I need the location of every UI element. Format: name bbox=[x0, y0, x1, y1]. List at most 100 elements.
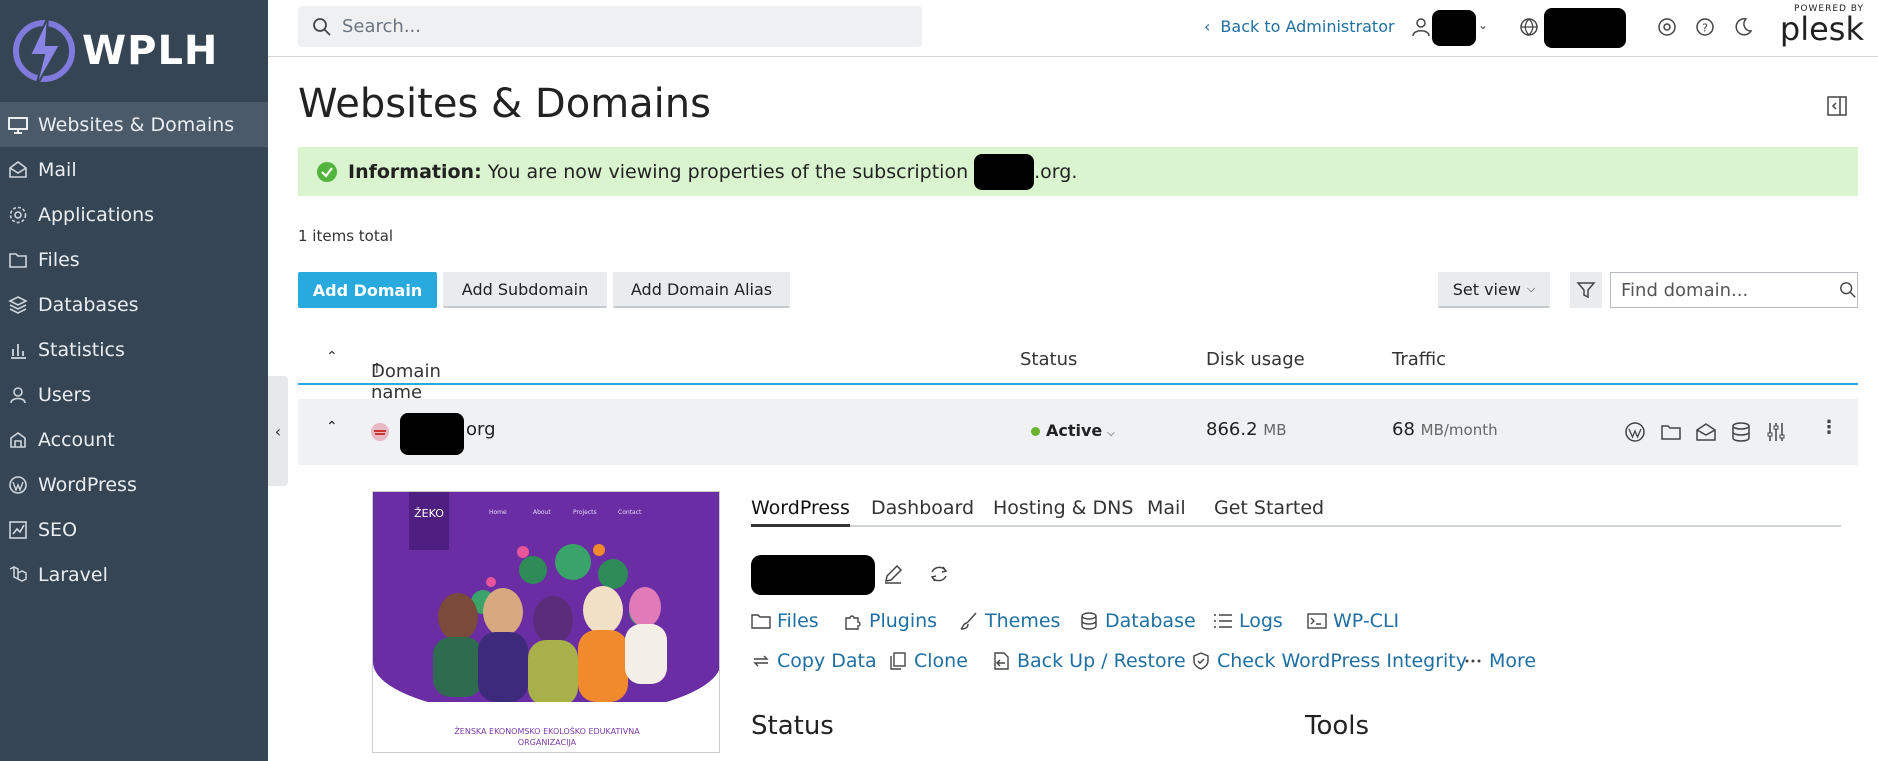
sidebar-item-applications[interactable]: Applications bbox=[0, 192, 268, 237]
sidebar-item-wordpress[interactable]: WordPress bbox=[0, 462, 268, 507]
sidebar-item-seo[interactable]: SEO bbox=[0, 507, 268, 552]
add-domain-alias-button[interactable]: Add Domain Alias bbox=[613, 272, 790, 308]
seo-icon bbox=[9, 520, 27, 539]
column-status[interactable]: Status bbox=[1020, 349, 1077, 370]
add-subdomain-button[interactable]: Add Subdomain bbox=[443, 272, 607, 308]
column-disk-usage[interactable]: Disk usage bbox=[1206, 349, 1305, 370]
edit-pencil-icon[interactable] bbox=[882, 563, 904, 585]
sidebar-item-users[interactable]: Users bbox=[0, 372, 268, 417]
wordpress-icon[interactable] bbox=[1624, 421, 1646, 443]
back-to-admin-link[interactable]: ‹ Back to Administrator bbox=[1204, 17, 1395, 36]
chevron-left-icon: ‹ bbox=[1204, 17, 1211, 36]
more-link[interactable]: More bbox=[1463, 650, 1536, 672]
items-total: 1 items total bbox=[298, 227, 394, 245]
sidebar-item-label: Websites & Domains bbox=[38, 113, 235, 136]
database-icon[interactable] bbox=[1730, 421, 1752, 443]
preview-nav-item: Contact bbox=[618, 509, 642, 516]
user-icon bbox=[10, 386, 26, 403]
traffic-value: 68 MB/month bbox=[1392, 419, 1498, 440]
sidebar-item-laravel[interactable]: Laravel bbox=[0, 552, 268, 597]
collapse-all-icon[interactable]: ⌃ bbox=[326, 349, 338, 365]
sidebar-item-label: WordPress bbox=[38, 473, 137, 496]
dark-mode-icon[interactable] bbox=[1732, 16, 1754, 38]
settings-sliders-icon[interactable] bbox=[1765, 421, 1787, 443]
wp-cli-link[interactable]: WP-CLI bbox=[1307, 610, 1399, 632]
tab-get-started[interactable]: Get Started bbox=[1214, 497, 1324, 527]
refresh-icon[interactable] bbox=[928, 563, 950, 585]
tab-hosting-dns[interactable]: Hosting & DNS bbox=[993, 497, 1133, 527]
preview-footer-line2: ORGANIZACIJA bbox=[518, 738, 577, 747]
copy-icon bbox=[890, 652, 906, 670]
tab-wordpress[interactable]: WordPress bbox=[751, 497, 850, 527]
more-options-icon[interactable]: ⋮ bbox=[1820, 417, 1838, 438]
brand-logo[interactable]: WPLH bbox=[0, 0, 268, 102]
folder-icon bbox=[9, 252, 27, 268]
tab-dashboard[interactable]: Dashboard bbox=[871, 497, 974, 527]
plesk-logo[interactable]: POWERED BY plesk bbox=[1780, 4, 1864, 48]
link-label: Database bbox=[1105, 610, 1196, 632]
page-title: Websites & Domains bbox=[298, 81, 711, 127]
backup-restore-link[interactable]: Back Up / Restore bbox=[991, 650, 1186, 672]
filter-button[interactable] bbox=[1570, 272, 1602, 308]
files-link[interactable]: Files bbox=[751, 610, 819, 632]
status-heading: Status bbox=[751, 711, 834, 741]
search-input[interactable] bbox=[342, 16, 902, 37]
themes-link[interactable]: Themes bbox=[959, 610, 1060, 632]
info-text: You are now viewing properties of the su… bbox=[487, 160, 969, 183]
list-icon bbox=[1214, 614, 1232, 628]
help-icon[interactable]: ? bbox=[1694, 16, 1716, 38]
plugins-link[interactable]: Plugins bbox=[843, 610, 937, 632]
search-icon[interactable] bbox=[1839, 280, 1857, 300]
sidebar-item-mail[interactable]: Mail bbox=[0, 147, 268, 192]
sidebar-item-files[interactable]: Files bbox=[0, 237, 268, 282]
bar-chart-icon bbox=[11, 343, 26, 359]
sidebar-item-label: Mail bbox=[38, 158, 77, 181]
collapse-row-icon[interactable]: ⌃ bbox=[326, 419, 338, 435]
traffic-number: 68 bbox=[1392, 419, 1415, 440]
globe-icon[interactable] bbox=[1518, 16, 1540, 38]
extensions-icon[interactable] bbox=[1656, 16, 1678, 38]
status-dropdown[interactable]: Active ⌵ bbox=[1031, 421, 1115, 440]
disk-value: 866.2 bbox=[1206, 419, 1258, 440]
check-integrity-link[interactable]: Check WordPress Integrity bbox=[1191, 650, 1467, 672]
link-label: Plugins bbox=[869, 610, 938, 632]
set-view-button[interactable]: Set view ⌵ bbox=[1438, 272, 1550, 308]
wordpress-icon bbox=[9, 475, 27, 494]
copy-data-link[interactable]: Copy Data bbox=[751, 650, 877, 672]
redacted-username bbox=[1432, 10, 1476, 46]
sidebar-item-label: Files bbox=[38, 248, 80, 271]
domain-tabs: WordPress Dashboard Hosting & DNS Mail G… bbox=[751, 497, 1841, 527]
find-domain-input[interactable] bbox=[1621, 279, 1821, 301]
shield-icon bbox=[1193, 652, 1209, 670]
database-link[interactable]: Database bbox=[1079, 610, 1196, 632]
sidebar-item-websites-domains[interactable]: Websites & Domains bbox=[0, 102, 268, 147]
laravel-icon bbox=[9, 565, 27, 582]
link-label: Logs bbox=[1239, 610, 1283, 632]
search-icon bbox=[313, 17, 331, 36]
top-bar: ‹ Back to Administrator ⌄ ? POWERED BY pl… bbox=[268, 0, 1878, 57]
user-menu-icon[interactable] bbox=[1410, 16, 1432, 38]
logs-link[interactable]: Logs bbox=[1213, 610, 1283, 632]
column-traffic[interactable]: Traffic bbox=[1392, 349, 1446, 370]
domain-name-suffix[interactable]: org bbox=[466, 419, 496, 440]
clone-link[interactable]: Clone bbox=[888, 650, 968, 672]
add-domain-button[interactable]: Add Domain bbox=[298, 272, 437, 308]
monitor-icon bbox=[8, 116, 28, 134]
sidebar-item-databases[interactable]: Databases bbox=[0, 282, 268, 327]
chevron-down-icon: ⌵ bbox=[1526, 282, 1536, 295]
sidebar-item-account[interactable]: Account bbox=[0, 417, 268, 462]
mail-icon[interactable] bbox=[1695, 421, 1717, 443]
tab-mail[interactable]: Mail bbox=[1147, 497, 1186, 527]
site-preview[interactable]: ŽENSKA EKONOMSKO EKOLOŠKO EDUKATIVNA ORG… bbox=[372, 491, 720, 753]
sidebar-item-label: Users bbox=[38, 383, 92, 406]
wplh-logo-icon bbox=[13, 16, 75, 88]
sidebar-collapse-button[interactable]: ‹ bbox=[268, 376, 288, 486]
side-panel-toggle-icon[interactable] bbox=[1826, 95, 1848, 117]
sidebar-item-statistics[interactable]: Statistics bbox=[0, 327, 268, 372]
check-circle-icon bbox=[317, 161, 337, 182]
layers-icon bbox=[8, 295, 28, 314]
folder-icon[interactable] bbox=[1660, 421, 1682, 443]
brush-icon bbox=[960, 612, 977, 630]
info-label: Information: bbox=[348, 160, 482, 183]
chevron-down-icon[interactable]: ⌄ bbox=[1478, 18, 1488, 32]
